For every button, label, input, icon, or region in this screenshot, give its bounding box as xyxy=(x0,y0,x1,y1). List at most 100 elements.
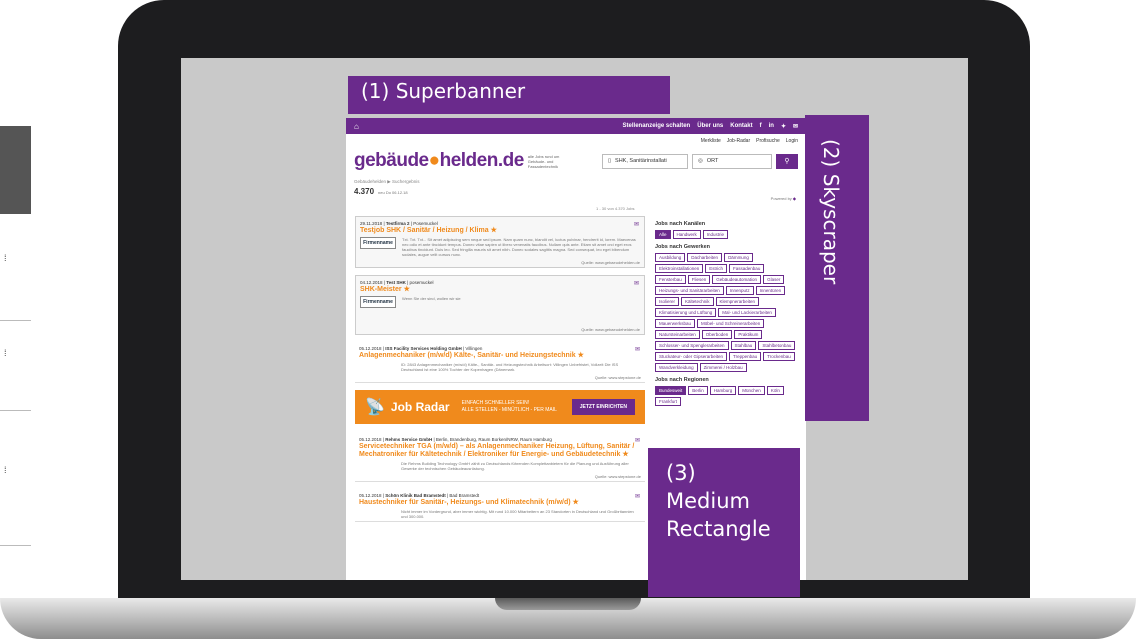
job-date: 05.12.2018 xyxy=(359,493,382,498)
mail-icon[interactable]: ✉ xyxy=(634,221,639,228)
nav-link-anzeige[interactable]: Stellenanzeige schalten xyxy=(623,123,691,129)
mail-icon[interactable]: ✉ xyxy=(635,346,640,353)
filter-tag[interactable]: Oberboden xyxy=(701,330,733,339)
filter-tag[interactable]: Dämmung xyxy=(724,253,753,262)
home-icon[interactable]: ⌂ xyxy=(354,122,359,131)
filter-tag[interactable]: Stuckateur- oder Gipserarbeiten xyxy=(655,352,728,361)
job-title[interactable]: Servicetechniker TGA (m/w/d) – als Anlag… xyxy=(359,443,641,459)
filter-tag[interactable]: Estrich xyxy=(705,264,728,273)
job-list: 29.11.2018 | Testfirma 2 | Posemuckel ✉ … xyxy=(355,216,645,529)
radar-line1: EINFACH SCHNELLER SEIN! xyxy=(461,400,530,406)
regionen-heading: Jobs nach Regionen xyxy=(655,377,709,383)
filter-tag[interactable]: Hamburg xyxy=(709,386,737,395)
filter-tag[interactable]: Ausbildung xyxy=(655,253,686,262)
linkedin-icon[interactable]: in xyxy=(769,123,774,129)
superbanner-label: (1) Superbanner xyxy=(348,76,670,114)
location-input[interactable]: ◎ ORT xyxy=(692,153,772,169)
job-card[interactable]: 04.12.2018 | Test SHK | posemuckel ✉ SHK… xyxy=(355,275,645,335)
job-description: Wenn Sie der sind, wollen wir sie xyxy=(402,296,461,301)
job-title-text: SHK-Meister xyxy=(360,286,402,293)
util-merkliste[interactable]: Merkliste xyxy=(701,138,721,144)
search-button[interactable]: ⚲ xyxy=(776,153,798,169)
twitter-icon[interactable]: ✦ xyxy=(781,123,786,130)
filter-tag[interactable]: Bundesweit xyxy=(655,386,687,395)
laptop-hinge xyxy=(495,598,641,610)
filter-tag[interactable]: Natursteinarbeiten xyxy=(655,330,700,339)
site-logo[interactable]: gebäude●helden.de xyxy=(354,150,524,172)
util-profisuche[interactable]: Profisuche xyxy=(756,138,780,144)
job-card[interactable]: 05.12.2018 | Schön Klinik Bad Bramstedt … xyxy=(355,489,645,522)
job-title[interactable]: Anlagenmechaniker (m/w/d) Kälte-, Sanitä… xyxy=(359,352,641,360)
mail-icon[interactable]: ✉ xyxy=(793,123,798,130)
filter-tag[interactable]: Isolierer xyxy=(655,297,680,306)
util-job-radar[interactable]: Job-Radar xyxy=(727,138,750,144)
filter-tag[interactable]: Trockenbau xyxy=(763,352,795,361)
filter-tag[interactable]: Kältetechnik xyxy=(681,297,714,306)
nav-link-ueber-uns[interactable]: Über uns xyxy=(697,123,723,129)
job-company: Rehms Service GmbH xyxy=(385,437,433,442)
filter-tag[interactable]: Köln xyxy=(766,386,784,395)
filter-tag[interactable]: Fliesen xyxy=(687,275,711,284)
kanaele-tags: Alle Handwerk Industrie xyxy=(655,230,797,239)
filter-tag[interactable]: Stahlbetonbau xyxy=(758,341,796,350)
filter-tag[interactable]: Mal- und Lackierarbeiten xyxy=(718,308,776,317)
job-source: Quelle: www.gebaeudehelden.de xyxy=(581,327,640,332)
star-icon[interactable]: ★ xyxy=(578,352,584,359)
filter-tag[interactable]: Gebäudeautomation xyxy=(712,275,762,284)
filter-tag[interactable]: Glaser xyxy=(763,275,785,284)
filter-tag[interactable]: Fassadenbau xyxy=(729,264,765,273)
skyscraper-text: (2) Skyscraper xyxy=(819,139,843,285)
filter-tag[interactable]: Mauerwerksbau xyxy=(655,319,696,328)
filter-tag[interactable]: Schlosser- und Spenglerarbeiten xyxy=(655,341,729,350)
mail-icon[interactable]: ✉ xyxy=(634,280,639,287)
filter-tag[interactable]: Berlin xyxy=(688,386,708,395)
filter-tag[interactable]: München xyxy=(738,386,765,395)
star-icon[interactable]: ★ xyxy=(622,451,628,458)
job-description: ID: 2843 Anlagenmechaniker (m/w/d) Kälte… xyxy=(401,362,619,372)
job-radar-banner[interactable]: 📡 Job Radar EINFACH SCHNELLER SEIN! ALLE … xyxy=(355,390,645,424)
filter-tag[interactable]: Zimmerei / Holzbau xyxy=(699,363,747,372)
filter-tag[interactable]: Alle xyxy=(655,230,671,239)
result-count-row: 4.370 neu Do 06.12.18 xyxy=(346,187,806,196)
job-title[interactable]: Haustechniker für Sanitär-, Heizungs- un… xyxy=(359,499,641,507)
filter-tag[interactable]: Stahlbau xyxy=(730,341,757,350)
utility-links: Merkliste Job-Radar Profisuche Login xyxy=(346,134,806,144)
filter-tag[interactable]: Klempnerarbeiten xyxy=(715,297,760,306)
star-icon[interactable]: ★ xyxy=(573,499,579,506)
filter-tag[interactable]: Fensterbau xyxy=(655,275,686,284)
filter-tag[interactable]: Möbel- und Schreinerarbeiten xyxy=(697,319,765,328)
filter-tag[interactable]: Elektroinstallationen xyxy=(655,264,704,273)
star-icon[interactable]: ★ xyxy=(404,286,410,293)
radar-button[interactable]: JETZT EINRICHTEN xyxy=(571,399,635,415)
filter-tag[interactable]: Industrie xyxy=(702,230,729,239)
mail-icon[interactable]: ✉ xyxy=(635,437,640,444)
filter-tag[interactable]: Dacharbeiten xyxy=(687,253,723,262)
filter-tag[interactable]: Treppenbau xyxy=(729,352,762,361)
util-login[interactable]: Login xyxy=(786,138,798,144)
filter-tag[interactable]: Wandverkleidung xyxy=(655,363,698,372)
filter-tag[interactable]: Innenputz xyxy=(725,286,754,295)
job-card[interactable]: 05.12.2018 | ISS Facility Services Holdi… xyxy=(355,342,645,383)
filter-tag[interactable]: Praktikum xyxy=(734,330,763,339)
job-meta: 05.12.2018 | Rehms Service GmbH | Berlin… xyxy=(359,437,552,442)
filter-tag[interactable]: Klimatisierung und Lüftung xyxy=(655,308,717,317)
job-card[interactable]: 29.11.2018 | Testfirma 2 | Posemuckel ✉ … xyxy=(355,216,645,268)
filter-tag[interactable]: Frankfurt xyxy=(655,397,682,406)
logo-part: helden xyxy=(439,150,499,171)
job-title[interactable]: SHK-Meister ★ xyxy=(360,286,640,294)
filter-tag[interactable]: Handwerk xyxy=(672,230,701,239)
side-dots-icon: ⁞ xyxy=(4,348,7,358)
job-title-text: Servicetechniker TGA (m/w/d) – als Anlag… xyxy=(359,443,635,458)
job-location: Villingen xyxy=(465,346,483,351)
job-card[interactable]: 05.12.2018 | Rehms Service GmbH | Berlin… xyxy=(355,433,645,482)
job-date: 05.12.2018 xyxy=(359,346,382,351)
job-title[interactable]: Testjob SHK / Sanitär / Heizung / Klima … xyxy=(360,227,640,235)
keyword-input[interactable]: ▯ SHK, Sanitärinstallati xyxy=(602,153,688,169)
job-meta: 05.12.2018 | ISS Facility Services Holdi… xyxy=(359,346,483,351)
filter-tag[interactable]: Heizungs- und Sanitärarbeiten xyxy=(655,286,724,295)
nav-link-kontakt[interactable]: Kontakt xyxy=(730,123,752,129)
facebook-icon[interactable]: f xyxy=(760,123,762,129)
star-icon[interactable]: ★ xyxy=(491,227,497,234)
filter-tag[interactable]: Innentüren xyxy=(755,286,786,295)
mail-icon[interactable]: ✉ xyxy=(635,493,640,500)
